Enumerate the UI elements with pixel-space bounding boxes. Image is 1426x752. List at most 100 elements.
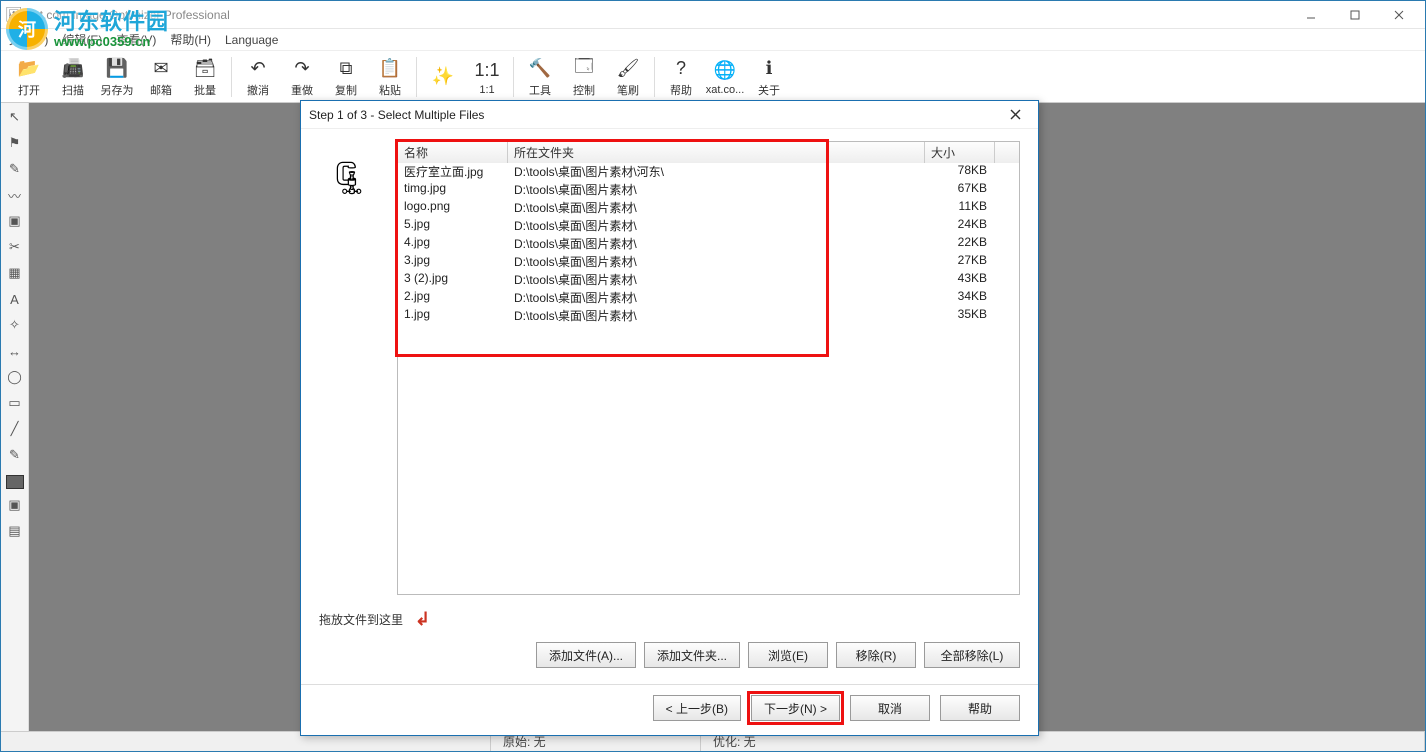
cell-empty <box>995 199 1019 217</box>
close-icon <box>1394 10 1404 20</box>
copy-icon: ⧉ <box>333 56 359 82</box>
cell-name: timg.jpg <box>398 181 508 199</box>
add-folder-button[interactable]: 添加文件夹... <box>644 642 740 668</box>
eyedropper-tool-icon[interactable]: ✎ <box>4 445 26 465</box>
cell-size: 11KB <box>925 199 995 217</box>
file-list-row[interactable]: logo.pngD:\tools\桌面\图片素材\11KB <box>398 199 1019 217</box>
crop-tool-icon[interactable]: ✂ <box>4 237 26 257</box>
flag-tool-icon[interactable]: ⚑ <box>4 133 26 153</box>
wand-icon: ✨ <box>430 64 456 90</box>
toolbar-batch-icon[interactable]: 🗃批量 <box>183 53 227 101</box>
cell-empty <box>995 307 1019 325</box>
lasso-tool-icon[interactable]: 〰 <box>4 185 26 205</box>
cell-name: 1.jpg <box>398 307 508 325</box>
col-size[interactable]: 大小 <box>925 142 995 163</box>
toolbar-undo-icon[interactable]: ↶撤消 <box>236 53 280 101</box>
menu-edit[interactable]: 编辑(E) <box>62 31 102 48</box>
help-button[interactable]: 帮助 <box>940 695 1020 721</box>
pointer-tool-icon[interactable]: ↖ <box>4 107 26 127</box>
cell-name: 3 (2).jpg <box>398 271 508 289</box>
window-maximize-button[interactable] <box>1333 3 1377 27</box>
col-empty <box>995 142 1019 163</box>
cell-name: 3.jpg <box>398 253 508 271</box>
titlebar[interactable]: 🖼 xat.com Image Optimizer Professional <box>1 1 1425 29</box>
cancel-button[interactable]: 取消 <box>850 695 930 721</box>
toolbar-redo-icon[interactable]: ↷重做 <box>280 53 324 101</box>
cell-name: logo.png <box>398 199 508 217</box>
rect-tool-icon[interactable]: ▭ <box>4 393 26 413</box>
toolbar-info-icon[interactable]: ℹ关于 <box>747 53 791 101</box>
menu-view[interactable]: 查看(V) <box>116 31 156 48</box>
col-name[interactable]: 名称 <box>398 142 508 163</box>
text-tool-icon[interactable]: A <box>4 289 26 309</box>
file-list-row[interactable]: 3.jpgD:\tools\桌面\图片素材\27KB <box>398 253 1019 271</box>
cell-empty <box>995 235 1019 253</box>
toolbar-brush-icon[interactable]: 🖌笔刷 <box>606 53 650 101</box>
toolbar-help-icon[interactable]: ?帮助 <box>659 53 703 101</box>
remove-button[interactable]: 移除(R) <box>836 642 916 668</box>
file-list-row[interactable]: 医疗室立面.jpgD:\tools\桌面\图片素材\河东\78KB <box>398 163 1019 181</box>
browse-button[interactable]: 浏览(E) <box>748 642 828 668</box>
file-list-row[interactable]: 5.jpgD:\tools\桌面\图片素材\24KB <box>398 217 1019 235</box>
file-list-body[interactable]: 医疗室立面.jpgD:\tools\桌面\图片素材\河东\78KBtimg.jp… <box>397 163 1020 595</box>
col-folder[interactable]: 所在文件夹 <box>508 142 925 163</box>
file-list-header: 名称 所在文件夹 大小 <box>397 141 1020 163</box>
cell-folder: D:\tools\桌面\图片素材\ <box>508 289 925 307</box>
toolbar-scanner-icon[interactable]: 📠扫描 <box>51 53 95 101</box>
brush-tool-icon[interactable]: ✎ <box>4 159 26 179</box>
bucket-tool-icon[interactable]: ▦ <box>4 263 26 283</box>
file-list-row[interactable]: 2.jpgD:\tools\桌面\图片素材\34KB <box>398 289 1019 307</box>
zoom-actual-icon: 1:1 <box>474 58 500 84</box>
cell-size: 34KB <box>925 289 995 307</box>
menu-help[interactable]: 帮助(H) <box>170 31 211 48</box>
magic-wand-tool-icon[interactable]: ✧ <box>4 315 26 335</box>
cell-size: 35KB <box>925 307 995 325</box>
menu-language[interactable]: Language <box>225 33 278 47</box>
cell-name: 医疗室立面.jpg <box>398 163 508 181</box>
dialog-title-text: Step 1 of 3 - Select Multiple Files <box>309 108 484 122</box>
cell-name: 2.jpg <box>398 289 508 307</box>
toolbar-paste-icon[interactable]: 📋粘贴 <box>368 53 412 101</box>
window-close-button[interactable] <box>1377 3 1421 27</box>
toolbar-save-icon[interactable]: 💾另存为 <box>95 53 139 101</box>
grid-toggle-0-icon[interactable]: ▣ <box>4 495 26 515</box>
toolbar-folder-open-icon[interactable]: 📂打开 <box>7 53 51 101</box>
toolbar-mail-icon[interactable]: ✉邮箱 <box>139 53 183 101</box>
ellipse-tool-icon[interactable]: ◯ <box>4 367 26 387</box>
image-tool-icon[interactable]: ▣ <box>4 211 26 231</box>
window-minimize-button[interactable] <box>1289 3 1333 27</box>
toolbar-wand-icon[interactable]: ✨ <box>421 53 465 101</box>
move-tool-icon[interactable]: ↔ <box>4 341 26 361</box>
toolbar-separator <box>654 57 655 97</box>
toolbar-label: 打开 <box>18 82 40 98</box>
menu-file[interactable]: 文件(F) <box>9 31 48 48</box>
dialog-close-button[interactable] <box>1000 104 1030 126</box>
mail-icon: ✉ <box>148 56 174 82</box>
file-list-row[interactable]: timg.jpgD:\tools\桌面\图片素材\67KB <box>398 181 1019 199</box>
add-file-button[interactable]: 添加文件(A)... <box>536 642 636 668</box>
file-list-row[interactable]: 3 (2).jpgD:\tools\桌面\图片素材\43KB <box>398 271 1019 289</box>
line-tool-icon[interactable]: ╱ <box>4 419 26 439</box>
toolbar-zoom-actual-icon[interactable]: 1:11:1 <box>465 53 509 101</box>
grid-toggle-1-icon[interactable]: ▤ <box>4 521 26 541</box>
file-list-row[interactable]: 4.jpgD:\tools\桌面\图片素材\22KB <box>398 235 1019 253</box>
folder-open-icon: 📂 <box>16 56 42 82</box>
next-button[interactable]: 下一步(N) > <box>751 695 840 721</box>
toolbar-tools-icon[interactable]: 🔨工具 <box>518 53 562 101</box>
close-icon <box>1010 109 1021 120</box>
toolbar-globe-icon[interactable]: 🌐xat.co... <box>703 53 747 101</box>
cell-empty <box>995 217 1019 235</box>
file-list[interactable]: 名称 所在文件夹 大小 医疗室立面.jpgD:\tools\桌面\图片素材\河东… <box>397 141 1020 595</box>
cell-size: 27KB <box>925 253 995 271</box>
cell-name: 5.jpg <box>398 217 508 235</box>
menubar: 文件(F) 编辑(E) 查看(V) 帮助(H) Language <box>1 29 1425 51</box>
toolbar-control-icon[interactable]: 🗔控制 <box>562 53 606 101</box>
toolbar-label: xat.co... <box>706 84 745 96</box>
toolbar-label: 另存为 <box>101 82 134 98</box>
remove-all-button[interactable]: 全部移除(L) <box>924 642 1020 668</box>
toolbar-copy-icon[interactable]: ⧉复制 <box>324 53 368 101</box>
file-list-row[interactable]: 1.jpgD:\tools\桌面\图片素材\35KB <box>398 307 1019 325</box>
back-button[interactable]: < 上一步(B) <box>653 695 741 721</box>
dialog-titlebar[interactable]: Step 1 of 3 - Select Multiple Files <box>301 101 1038 129</box>
color-swatch[interactable] <box>6 475 24 489</box>
